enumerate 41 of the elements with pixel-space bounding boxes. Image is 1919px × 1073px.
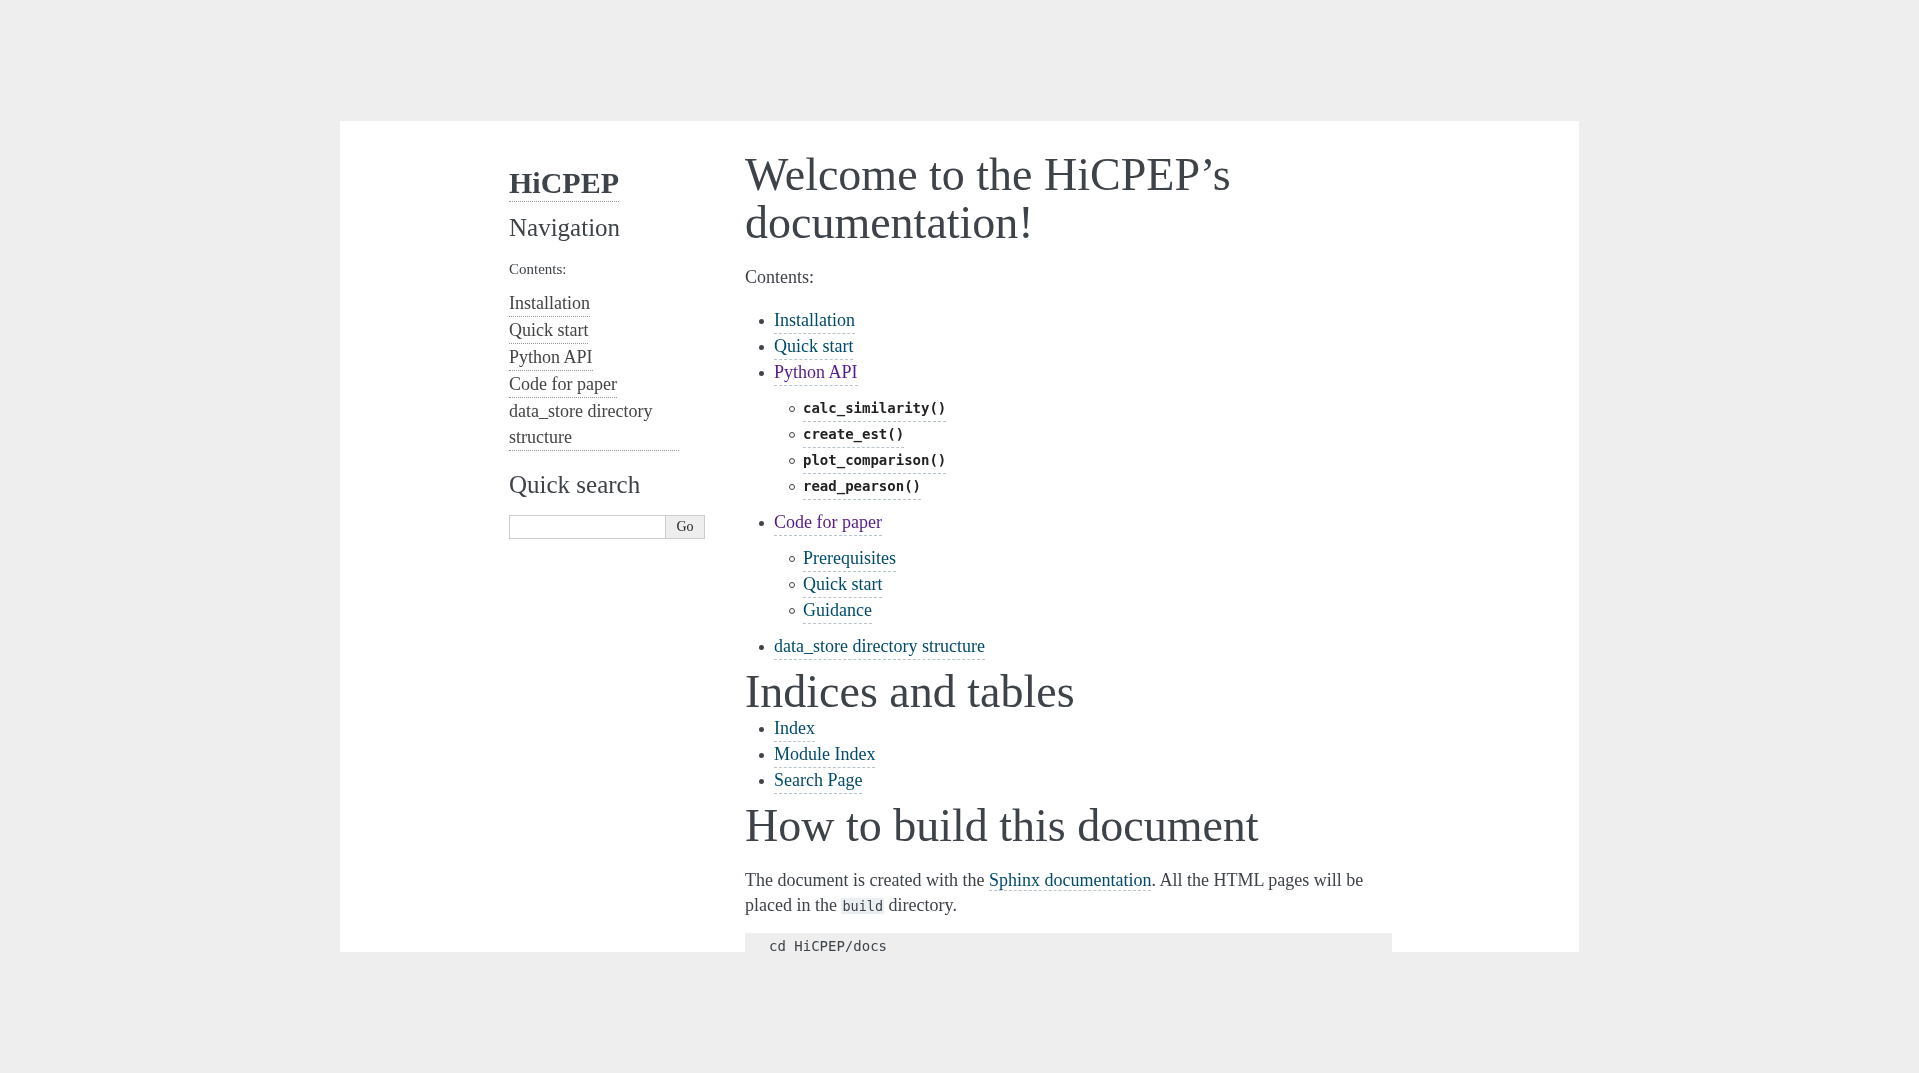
bullet-icon <box>759 370 764 376</box>
toc-link[interactable]: Guidance <box>803 598 872 624</box>
bullet-icon <box>759 318 764 324</box>
toc-link[interactable]: data_store directory structure <box>774 634 985 660</box>
toc-link[interactable]: Quick start <box>774 334 854 360</box>
toc-link[interactable]: Python API <box>774 360 858 386</box>
function-link[interactable]: create_est() <box>803 422 905 448</box>
bullet-icon <box>759 644 764 650</box>
logo-link[interactable]: HiCPEP <box>509 165 619 202</box>
sidebar-link[interactable]: Python API <box>509 344 593 371</box>
sidebar-link[interactable]: Quick start <box>509 317 589 344</box>
toc-link[interactable]: Installation <box>774 308 855 334</box>
bullet-icon <box>759 778 764 784</box>
search-field[interactable] <box>509 515 666 539</box>
bullet-icon <box>759 726 764 732</box>
toc-link[interactable]: Module Index <box>774 742 876 768</box>
sidebar-link[interactable]: data_store directory structure <box>509 398 679 451</box>
sidebar-link[interactable]: Installation <box>509 290 590 317</box>
navigation-heading: Navigation <box>509 213 622 243</box>
code-line: cd HiCPEP/docs <box>769 937 887 952</box>
link[interactable]: Sphinx documentation <box>988 870 1152 891</box>
toc-link[interactable]: Prerequisites <box>803 546 896 572</box>
bullet-icon <box>759 752 764 758</box>
bullet-icon <box>759 344 764 350</box>
function-link[interactable]: plot_comparison() <box>803 448 947 474</box>
contents-caption: Contents: <box>509 261 568 278</box>
toc-link[interactable]: Search Page <box>774 768 863 794</box>
toc-link[interactable]: Quick start <box>803 572 883 598</box>
section-heading: Welcome to the HiCPEP’s documentation! <box>745 151 1232 247</box>
toc-link[interactable]: Index <box>774 716 815 742</box>
paragraph: The document is created with the Sphinx documentation. All the HTML pages will be placed in the build directory. <box>745 869 1365 917</box>
quick-search-heading: Quick search <box>509 470 642 500</box>
function-link[interactable]: read_pearson() <box>803 474 921 500</box>
function-link[interactable]: calc_similarity() <box>803 396 947 422</box>
toc-link[interactable]: Code for paper <box>774 510 882 536</box>
section-heading: How to build this document <box>745 802 1260 850</box>
bullet-icon <box>759 520 764 526</box>
section-heading: Indices and tables <box>745 668 1076 716</box>
contents-caption: Contents: <box>745 267 815 288</box>
go-button[interactable]: Go <box>666 515 705 539</box>
sidebar-link[interactable]: Code for paper <box>509 371 617 398</box>
